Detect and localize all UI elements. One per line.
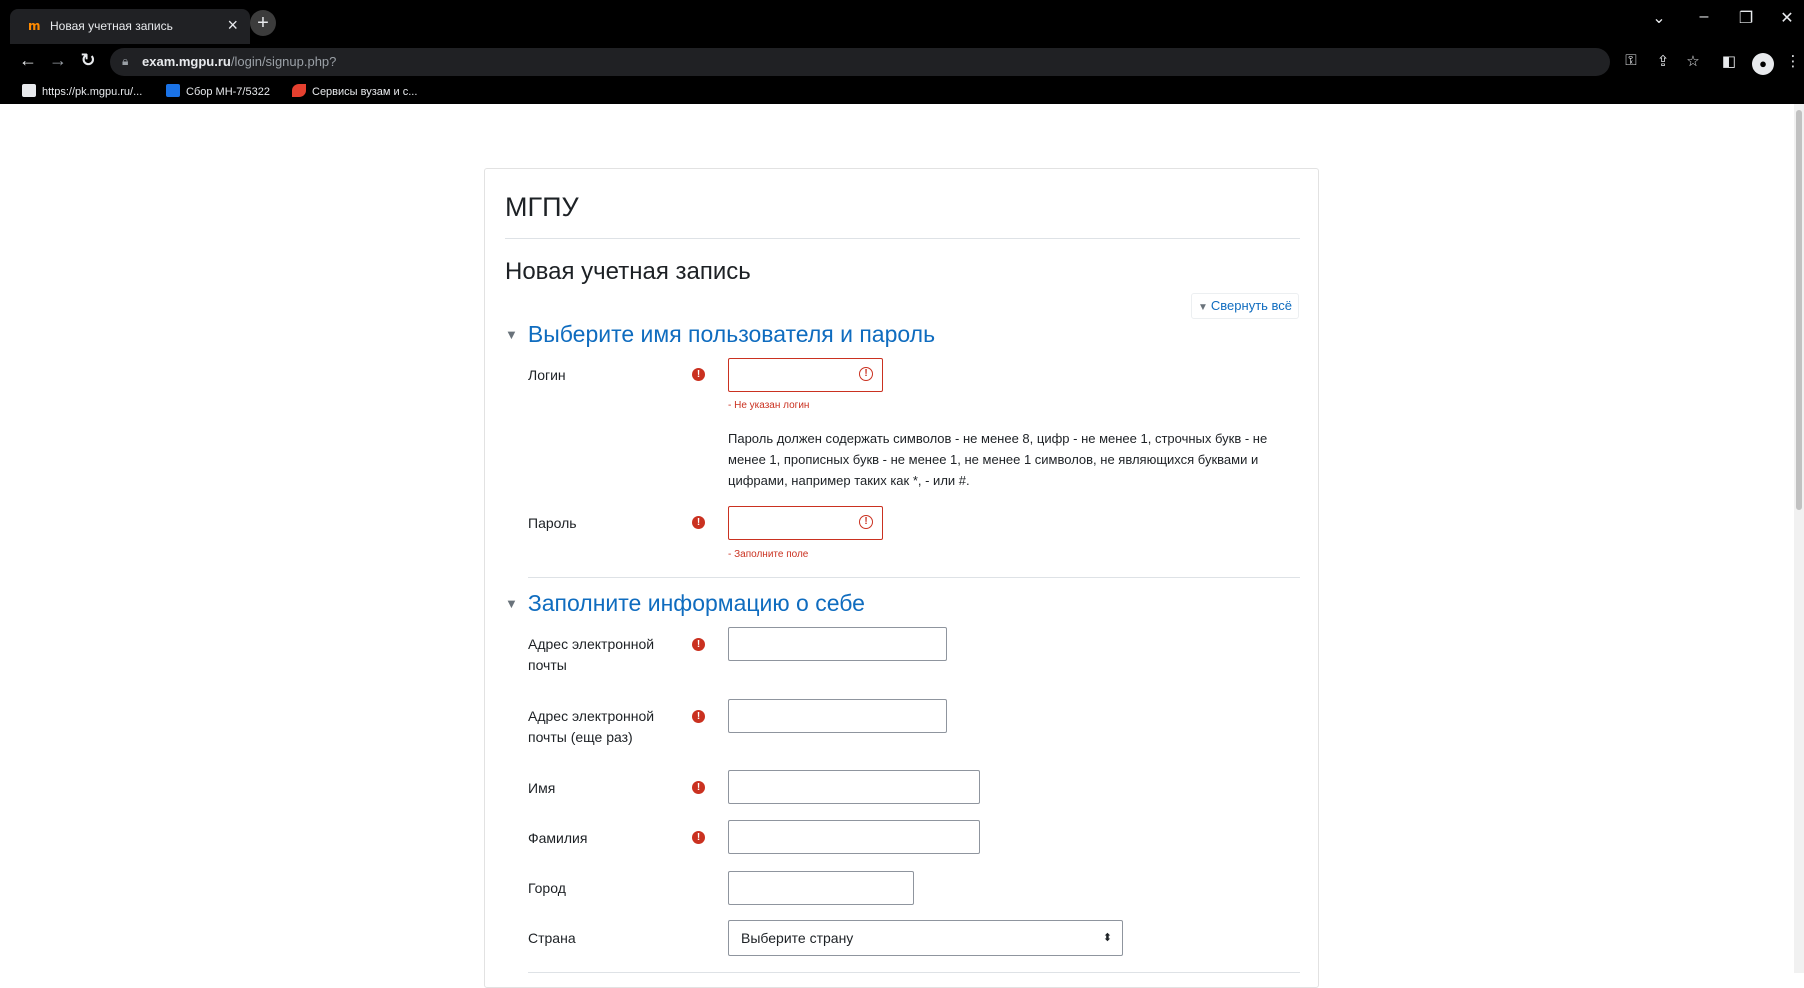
reload-icon[interactable]: ↻ [76, 50, 100, 71]
signup-card: МГПУ Новая учетная запись ▼ Свернуть всё … [484, 168, 1319, 988]
firstname-label: Имя [528, 780, 556, 796]
browser-chrome: m Новая учетная запись × + ⌄ – ❐ ✕ ← → ↻… [0, 0, 1804, 104]
username-input[interactable]: ! [728, 358, 883, 392]
password-input[interactable]: ! [728, 506, 883, 540]
username-error: - Не указан логин [728, 400, 810, 411]
select-arrows-icon: ⬍ [1102, 932, 1112, 944]
site-name: МГПУ [505, 192, 579, 222]
section-profile-header[interactable]: ▼ Заполните информацию о себе [505, 590, 865, 617]
url-text: exam.mgpu.ru/login/signup.php? [142, 54, 337, 69]
tab-strip: m Новая учетная запись × + ⌄ – ❐ ✕ [0, 0, 1804, 44]
back-icon[interactable]: ← [16, 50, 40, 71]
lock-icon: 🔒︎ [122, 54, 129, 68]
password-error: - Заполните поле [728, 549, 809, 560]
required-icon: ! [692, 638, 705, 651]
collapse-all-link[interactable]: ▼ Свернуть всё [1191, 293, 1300, 319]
star-icon[interactable]: ☆ [1682, 52, 1704, 70]
divider [528, 577, 1300, 578]
password-label: Пароль [528, 515, 577, 531]
country-select[interactable]: Выберите страну ⬍ [728, 920, 1123, 956]
bookmark-sbor[interactable]: Сбор МН-7/5322 [166, 84, 270, 100]
bookmark-arrow-icon [292, 84, 306, 97]
tab-title: Новая учетная запись [50, 19, 173, 33]
error-icon: ! [859, 367, 873, 381]
key-icon[interactable]: ⚿ [1620, 52, 1642, 69]
menu-icon[interactable]: ⋮ [1782, 52, 1804, 70]
bookmark-doc-icon [166, 84, 180, 97]
firstname-input[interactable] [728, 770, 980, 804]
scrollbar-thumb[interactable] [1796, 110, 1802, 510]
bookmarks-bar: https://pk.mgpu.ru/... Сбор МН-7/5322 Се… [0, 80, 1804, 104]
close-window-icon[interactable]: ✕ [1772, 8, 1802, 28]
tab-search-icon[interactable]: ⌄ [1644, 8, 1674, 28]
required-icon: ! [692, 831, 705, 844]
site-favicon-icon: m [28, 19, 41, 33]
caret-down-icon: ▼ [1198, 302, 1208, 313]
error-icon: ! [859, 515, 873, 529]
lastname-label: Фамилия [528, 830, 588, 846]
caret-down-icon: ▼ [505, 596, 518, 611]
email-input[interactable] [728, 627, 947, 661]
page-title: Новая учетная запись [505, 258, 751, 285]
page-scrollbar[interactable] [1794, 104, 1804, 973]
side-panel-icon[interactable]: ◧ [1718, 52, 1740, 70]
required-icon: ! [692, 368, 705, 381]
divider [505, 238, 1300, 239]
city-input[interactable] [728, 871, 914, 905]
forward-icon[interactable]: → [46, 50, 70, 71]
close-tab-icon[interactable]: × [227, 15, 238, 36]
password-hint: Пароль должен содержать символов - не ме… [728, 431, 1268, 488]
city-label: Город [528, 880, 566, 896]
browser-tab[interactable]: m Новая учетная запись × [10, 9, 250, 44]
share-icon[interactable]: ⇪ [1652, 52, 1674, 70]
required-icon: ! [692, 710, 705, 723]
email-confirm-label: Адрес электронной почты (еще раз) [528, 708, 655, 745]
browser-toolbar: ← → ↻ 🔒︎ exam.mgpu.ru/login/signup.php? … [0, 44, 1804, 80]
required-icon: ! [692, 781, 705, 794]
email-confirm-input[interactable] [728, 699, 947, 733]
caret-down-icon: ▼ [505, 327, 518, 342]
email-label: Адрес электронной почты [528, 636, 655, 673]
restore-icon[interactable]: ❐ [1731, 8, 1761, 28]
country-label: Страна [528, 930, 576, 946]
bookmark-pk-mgpu[interactable]: https://pk.mgpu.ru/... [22, 84, 142, 100]
minimize-icon[interactable]: – [1689, 8, 1719, 26]
required-icon: ! [692, 516, 705, 529]
bookmark-services[interactable]: Сервисы вузам и с... [292, 84, 417, 100]
username-label: Логин [528, 367, 566, 383]
profile-avatar[interactable]: ● [1752, 53, 1774, 75]
address-bar[interactable]: 🔒︎ exam.mgpu.ru/login/signup.php? [110, 48, 1610, 76]
new-tab-button[interactable]: + [250, 10, 276, 36]
lastname-input[interactable] [728, 820, 980, 854]
section-credentials-header[interactable]: ▼ Выберите имя пользователя и пароль [505, 321, 935, 348]
bookmark-page-icon [22, 84, 36, 97]
